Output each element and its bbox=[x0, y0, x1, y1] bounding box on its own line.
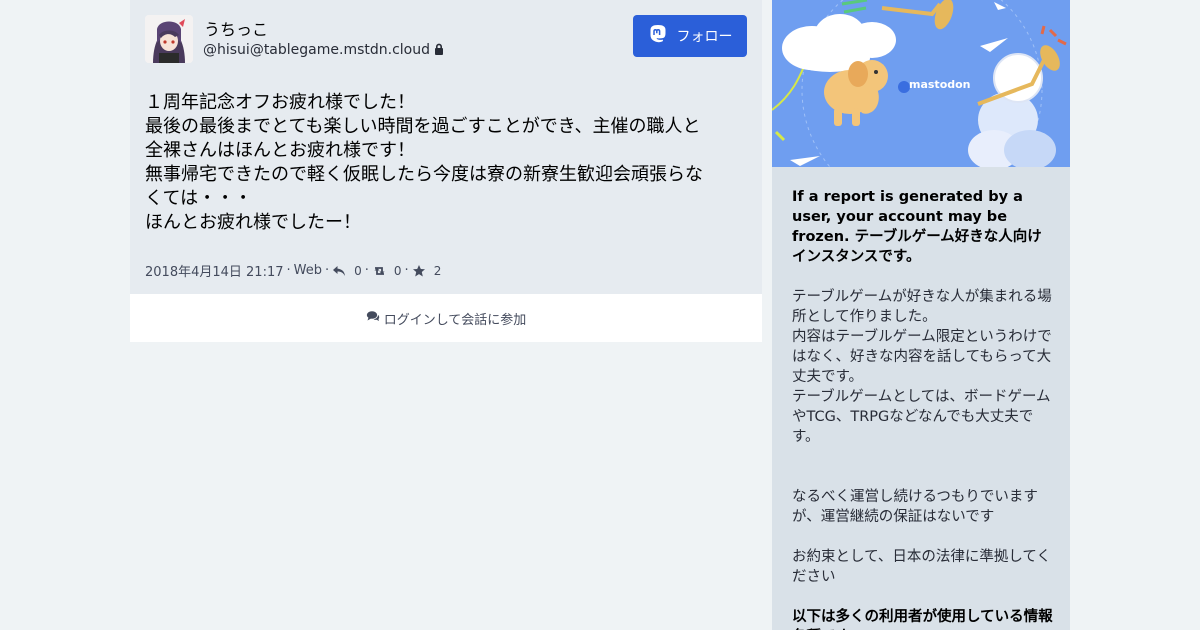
about-paragraph: なるべく運営し続けるつもりでいますが、運営継続の保証はないです bbox=[792, 489, 1038, 525]
reply-icon[interactable] bbox=[332, 264, 346, 278]
mastodon-logo-icon bbox=[648, 24, 668, 48]
lock-icon bbox=[434, 43, 446, 57]
hero-logo-text: mastodon bbox=[909, 78, 971, 91]
login-to-join-link[interactable]: ログインして会話に参加 bbox=[130, 294, 762, 342]
instance-sidebar: mastodon If a report is generated by a u… bbox=[772, 0, 1070, 630]
account-handle[interactable]: @hisui@tablegame.mstdn.cloud bbox=[203, 42, 446, 58]
status-line: 全裸さんはほんとお疲れ様です！ bbox=[145, 140, 415, 161]
meta-separator: · bbox=[324, 263, 330, 278]
status-timestamp[interactable]: 2018年4月14日 21:17 bbox=[145, 261, 284, 280]
retweet-icon[interactable] bbox=[372, 264, 386, 278]
status-meta: 2018年4月14日 21:17 · Web · 0 · 0 · 2 bbox=[145, 261, 441, 280]
reply-count: 0 bbox=[354, 263, 362, 278]
instance-description: If a report is generated by a user, your… bbox=[792, 187, 1054, 630]
avatar[interactable] bbox=[145, 15, 193, 63]
follow-label: フォロー bbox=[676, 29, 733, 45]
about-paragraph: テーブルゲームとしては、ボードゲームやTCG、TRPGなどなんでも大丈夫です。 bbox=[792, 389, 1051, 445]
status-line: 最後の最後までとても楽しい時間を過ごすことができ、主催の職人と bbox=[145, 116, 701, 137]
meta-separator: · bbox=[286, 263, 291, 278]
meta-separator: · bbox=[404, 263, 409, 278]
status-line: くては・・・ bbox=[145, 188, 253, 209]
meta-separator: · bbox=[364, 263, 369, 278]
boost-count: 0 bbox=[393, 263, 402, 278]
login-prompt-label: ログインして会話に参加 bbox=[383, 312, 527, 328]
about-heading: 以下は多くの利用者が使用している情報各種です。 bbox=[792, 609, 1053, 630]
status-line: 無事帰宅できたので軽く仮眠したら今度は寮の新寮生歓迎会頑張らな bbox=[145, 164, 703, 185]
favourite-count: 2 bbox=[433, 263, 442, 278]
status-line: ほんとお疲れ様でしたー！ bbox=[145, 212, 361, 233]
status-line: １周年記念オフお疲れ様でした！ bbox=[145, 92, 415, 113]
comments-icon bbox=[366, 310, 380, 326]
status-content: １周年記念オフお疲れ様でした！ 最後の最後までとても楽しい時間を過ごすことができ… bbox=[145, 91, 745, 235]
about-intro: If a report is generated by a user, your… bbox=[792, 189, 1042, 265]
about-paragraph: お約束として、日本の法律に準拠してください bbox=[792, 549, 1051, 585]
star-icon[interactable] bbox=[412, 264, 426, 278]
about-paragraph: テーブルゲームが好きな人が集まれる場所として作りました。 bbox=[792, 289, 1052, 325]
instance-hero-image: mastodon bbox=[772, 0, 1070, 167]
follow-button[interactable]: フォロー bbox=[633, 15, 747, 57]
display-name[interactable]: うちっこ bbox=[204, 16, 268, 40]
about-paragraph: 内容はテーブルゲーム限定というわけではなく、好きな内容を話してもらって大丈夫です… bbox=[792, 329, 1052, 385]
status-application: Web bbox=[293, 263, 322, 278]
account-handle-text[interactable]: @hisui@tablegame.mstdn.cloud bbox=[203, 42, 430, 58]
